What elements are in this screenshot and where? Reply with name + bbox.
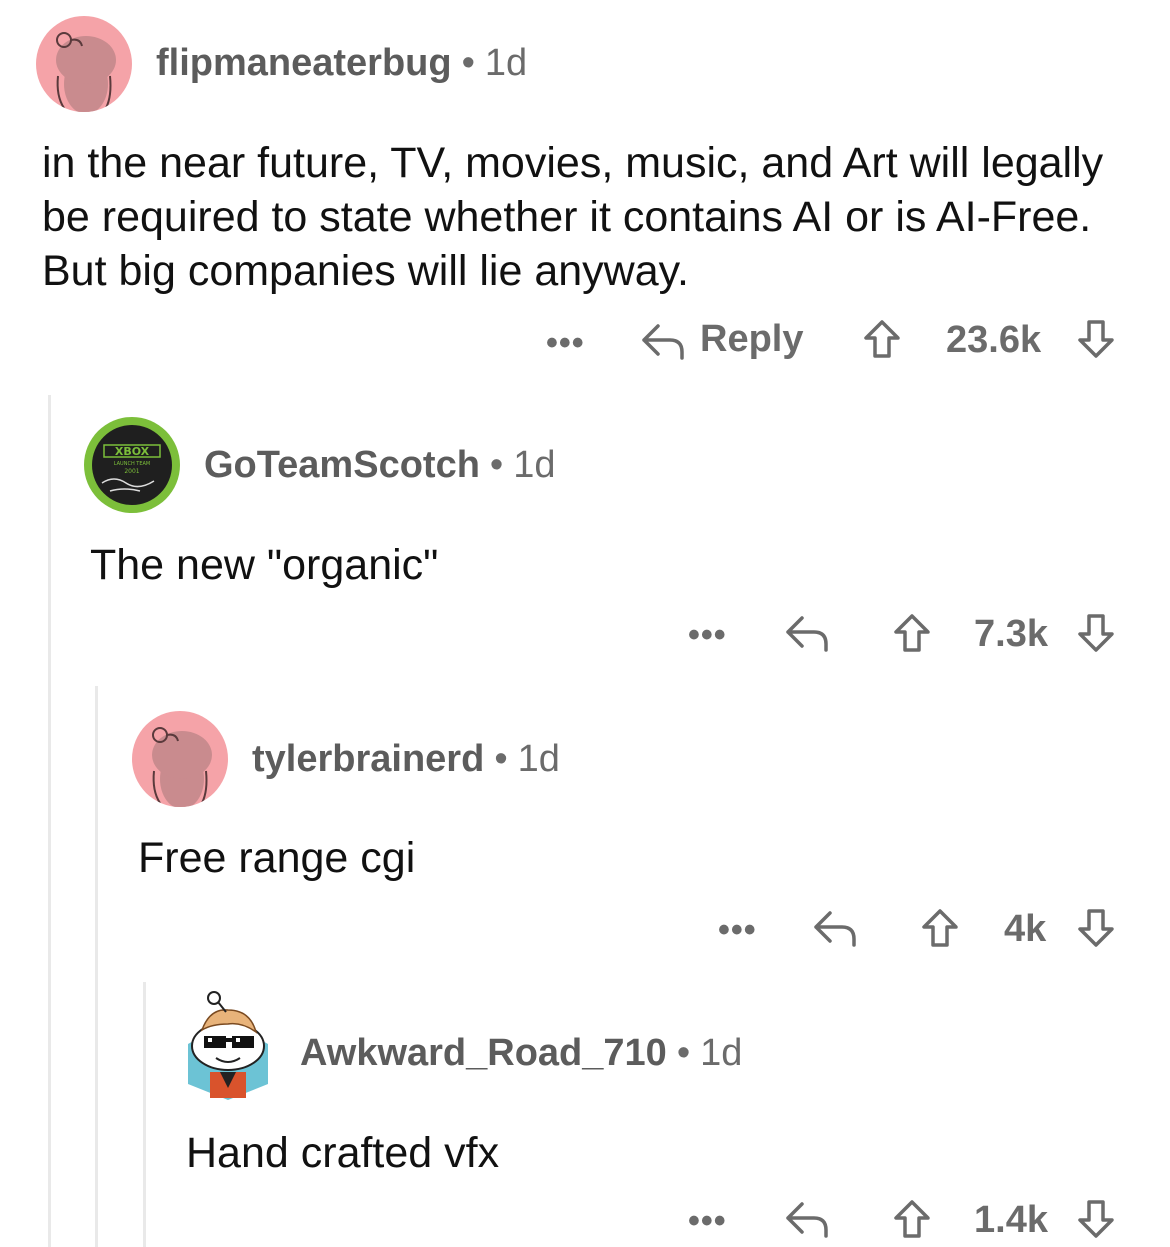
reply-button[interactable]: Reply — [640, 318, 803, 361]
avatar[interactable]: XBOX LAUNCH TEAM 2001 — [84, 417, 180, 513]
separator-dot: • — [461, 42, 475, 84]
separator-dot: • — [494, 738, 508, 780]
upvote-icon[interactable] — [892, 612, 932, 654]
downvote-icon[interactable] — [1076, 907, 1116, 949]
username[interactable]: Awkward_Road_710 — [300, 1032, 667, 1074]
more-options-button[interactable]: ••• — [546, 324, 585, 363]
comment-body: Hand crafted vfx — [186, 1129, 500, 1177]
reply-arrow-icon[interactable] — [784, 612, 830, 652]
username[interactable]: tylerbrainerd — [252, 738, 484, 780]
snoo-avatar-icon — [152, 727, 212, 807]
badge-line2-text: 2001 — [124, 468, 139, 475]
downvote-icon[interactable] — [1076, 318, 1116, 360]
vote-score: 23.6k — [946, 319, 1042, 361]
avatar[interactable] — [132, 711, 228, 807]
thread-line-level-1[interactable] — [48, 395, 51, 1247]
upvote-icon[interactable] — [920, 907, 960, 949]
badge-brand-text: XBOX — [115, 445, 150, 458]
separator-dot: • — [676, 1032, 691, 1074]
comment-age: 1d — [484, 42, 528, 84]
more-options-button[interactable]: ••• — [688, 616, 727, 655]
vote-score: 7.3k — [974, 613, 1048, 655]
username[interactable]: GoTeamScotch — [204, 444, 480, 486]
username[interactable]: flipmaneaterbug — [156, 42, 452, 84]
comment-body: in the near future, TV, movies, music, a… — [42, 139, 1104, 295]
upvote-icon[interactable] — [892, 1198, 932, 1240]
more-options-button[interactable]: ••• — [718, 911, 757, 950]
downvote-icon[interactable] — [1076, 612, 1116, 654]
separator-dot: • — [489, 444, 504, 486]
downvote-icon[interactable] — [1076, 1198, 1116, 1240]
thread-line-level-3[interactable] — [143, 982, 146, 1247]
comment-meta: GoTeamScotch • 1d — [204, 444, 556, 487]
vote-score: 1.4k — [974, 1199, 1048, 1241]
xbox-badge-icon: XBOX LAUNCH TEAM 2001 — [92, 425, 172, 505]
reply-arrow-icon[interactable] — [812, 907, 858, 947]
avatar[interactable] — [180, 988, 276, 1100]
comment-body: Free range cgi — [138, 834, 416, 882]
comment-meta: flipmaneaterbug • 1d — [156, 42, 527, 85]
sunglasses-snoo-icon — [188, 991, 268, 1100]
comment-meta: Awkward_Road_710 • 1d — [300, 1032, 742, 1075]
comment-age: 1d — [700, 1032, 743, 1074]
reply-arrow-icon — [640, 320, 686, 360]
vote-score: 4k — [1004, 908, 1047, 950]
comment-age: 1d — [513, 444, 556, 486]
reply-arrow-icon[interactable] — [784, 1198, 830, 1238]
comment-meta: tylerbrainerd • 1d — [252, 738, 560, 781]
badge-line1-text: LAUNCH TEAM — [114, 461, 151, 467]
more-options-button[interactable]: ••• — [688, 1202, 727, 1241]
avatar[interactable] — [36, 16, 132, 112]
thread-line-level-2[interactable] — [95, 686, 98, 1247]
comment-age: 1d — [517, 738, 560, 780]
comment-body: The new "organic" — [90, 541, 439, 589]
snoo-avatar-icon — [56, 32, 116, 112]
upvote-icon[interactable] — [862, 318, 902, 360]
reply-label: Reply — [700, 318, 804, 360]
